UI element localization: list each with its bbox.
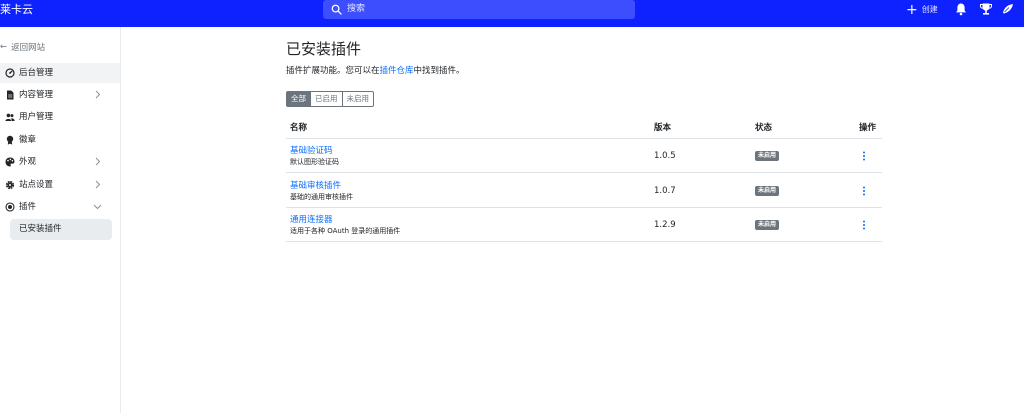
chevron-right-icon [95, 180, 101, 189]
column-header-version: 版本 [654, 123, 672, 133]
plugin-name-link[interactable]: 基础验证码 [290, 146, 333, 157]
page-description-prefix: 插件扩展功能。您可以在 [286, 66, 380, 76]
sidebar-item-label: 站点设置 [19, 180, 54, 190]
page-description-suffix: 中找到插件。 [413, 66, 465, 76]
sidebar-item-dashboard[interactable]: 后台管理 [0, 63, 120, 83]
plugin-icon [5, 202, 15, 212]
search-placeholder: 搜索 [347, 4, 366, 14]
table-row: 通用连接器 适用于各种 OAuth 登录的通用插件 1.2.9 未启用 [286, 208, 882, 242]
gear-icon [5, 180, 15, 190]
bell-icon[interactable] [954, 2, 968, 16]
page-title: 已安装插件 [286, 40, 362, 58]
more-vertical-icon[interactable] [861, 185, 867, 197]
sidebar-subitem-label: 已安装插件 [19, 224, 62, 234]
chevron-right-icon [95, 157, 101, 166]
search-icon [331, 4, 342, 15]
filter-disabled-button[interactable]: 未启用 [341, 91, 374, 107]
sidebar-item-label: 后台管理 [19, 68, 54, 78]
top-navbar: 莱卡云 搜索 + 创建 [0, 0, 1024, 27]
badge-icon [6, 135, 14, 145]
sidebar-item-appearance[interactable]: 外观 [0, 152, 120, 172]
search-input[interactable]: 搜索 [323, 0, 635, 19]
more-vertical-icon[interactable] [861, 150, 867, 162]
status-badge: 未启用 [755, 151, 780, 161]
sidebar-subitem-installed-plugins[interactable]: 已安装插件 [10, 219, 112, 240]
create-label: 创建 [921, 5, 938, 14]
sidebar-item-label: 插件 [19, 202, 37, 212]
column-header-status: 状态 [755, 123, 773, 133]
sidebar-item-badges[interactable]: 徽章 [0, 130, 120, 150]
sidebar-item-plugins[interactable]: 插件 [0, 197, 120, 217]
filter-enabled-button[interactable]: 已启用 [310, 91, 343, 107]
create-button[interactable]: + 创建 [906, 0, 938, 19]
plugin-repository-link[interactable]: 插件仓库 [380, 66, 414, 76]
chevron-down-icon [93, 204, 102, 210]
palette-icon [5, 157, 15, 167]
plugin-version: 1.2.9 [654, 220, 676, 230]
plugin-description: 适用于各种 OAuth 登录的通用插件 [290, 227, 401, 235]
chevron-right-icon [95, 90, 101, 99]
column-header-actions: 操作 [859, 123, 877, 133]
avatar[interactable] [1001, 2, 1015, 16]
table-row: 基础审核插件 基础的通用审核插件 1.0.7 未启用 [286, 174, 882, 208]
sidebar-item-label: 外观 [19, 157, 37, 167]
sidebar-item-label: 徽章 [19, 135, 37, 145]
page-description: 插件扩展功能。您可以在插件仓库中找到插件。 [286, 66, 465, 77]
status-badge: 未启用 [755, 186, 780, 196]
brand-logo[interactable]: 莱卡云 [0, 3, 33, 17]
document-icon [7, 90, 14, 100]
filter-all-button[interactable]: 全部 [286, 91, 311, 107]
plus-icon: + [906, 1, 918, 18]
sidebar-item-label: 用户管理 [19, 112, 54, 122]
more-vertical-icon[interactable] [861, 219, 867, 231]
sidebar-item-site-settings[interactable]: 站点设置 [0, 175, 120, 195]
dashboard-icon [5, 68, 15, 78]
column-header-name: 名称 [290, 123, 308, 133]
trophy-icon[interactable] [979, 2, 993, 16]
plugin-description: 基础的通用审核插件 [290, 193, 353, 201]
sidebar: ← 返回网站 后台管理 内容管理 用户管理 徽章 外观 站点设置 插件 已安装插… [0, 27, 121, 413]
status-badge: 未启用 [755, 220, 780, 230]
arrow-left-icon: ← [0, 42, 8, 52]
sidebar-item-label: 内容管理 [19, 90, 54, 100]
sidebar-item-content[interactable]: 内容管理 [0, 85, 120, 105]
plugin-name-link[interactable]: 基础审核插件 [290, 181, 341, 192]
users-icon [5, 113, 15, 121]
plugin-version: 1.0.7 [654, 186, 676, 196]
plugin-name-link[interactable]: 通用连接器 [290, 215, 333, 226]
table-row: 基础验证码 默认图形验证码 1.0.5 未启用 [286, 139, 882, 173]
plugin-version: 1.0.5 [654, 151, 676, 161]
filter-button-group: 全部 已启用 未启用 [286, 91, 374, 107]
back-to-site-link[interactable]: ← 返回网站 [0, 41, 45, 53]
plugin-description: 默认图形验证码 [290, 158, 339, 166]
sidebar-item-users[interactable]: 用户管理 [0, 107, 120, 127]
back-to-site-label: 返回网站 [11, 43, 46, 53]
